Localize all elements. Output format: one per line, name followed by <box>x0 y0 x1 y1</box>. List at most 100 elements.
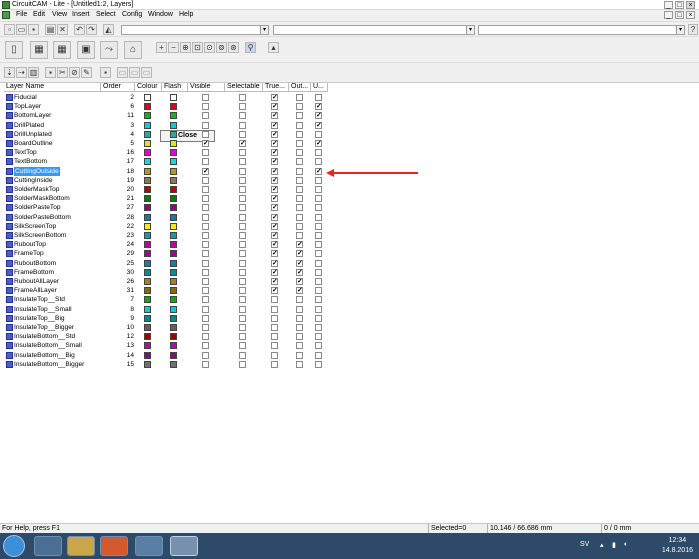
selectable-checkbox[interactable] <box>239 232 246 239</box>
true-checkbox[interactable]: ✓ <box>271 250 278 258</box>
column-header-out[interactable]: Out... <box>289 83 311 92</box>
colour-swatch[interactable] <box>144 287 151 295</box>
visible-checkbox[interactable] <box>202 186 209 193</box>
layer-name[interactable]: InsulateTop__Big <box>14 314 65 323</box>
selectable-checkbox[interactable] <box>239 259 246 267</box>
doc-minimize-button[interactable]: _ <box>664 11 673 19</box>
flash-swatch[interactable] <box>170 250 177 258</box>
colour-swatch[interactable] <box>144 149 151 157</box>
menu-select[interactable]: Select <box>96 11 115 18</box>
flash-swatch[interactable] <box>170 167 177 175</box>
out-checkbox[interactable] <box>296 158 303 166</box>
u-checkbox[interactable] <box>315 268 322 276</box>
taskbar-ie-icon[interactable] <box>34 536 62 556</box>
flash-swatch[interactable] <box>170 333 177 341</box>
selectable-checkbox[interactable] <box>239 186 246 193</box>
colour-swatch[interactable] <box>144 140 151 147</box>
undo-icon[interactable]: ↶ <box>74 24 85 35</box>
layer-save-icon[interactable]: ▪ <box>100 67 111 78</box>
flash-swatch[interactable] <box>170 121 177 129</box>
component-icon[interactable]: ▣ <box>77 41 95 59</box>
layer-name[interactable]: SolderPasteTop <box>14 203 61 212</box>
selectable-checkbox[interactable] <box>239 176 246 184</box>
layer-name[interactable]: CuttingOutside <box>14 166 60 176</box>
zoom-selection-icon[interactable]: ⊚ <box>216 42 227 53</box>
layer-name[interactable]: RuboutTop <box>14 240 46 249</box>
network-icon[interactable]: ▮ <box>612 541 616 549</box>
language-indicator[interactable]: SV <box>580 541 589 548</box>
selectable-checkbox[interactable] <box>239 324 246 331</box>
selectable-checkbox[interactable] <box>239 121 246 129</box>
zoom-all-icon[interactable]: ⊕ <box>180 42 191 53</box>
true-checkbox[interactable] <box>271 351 278 359</box>
selectable-checkbox[interactable] <box>239 167 246 175</box>
out-checkbox[interactable] <box>296 204 303 212</box>
layer-name[interactable]: InsulateBottom__Small <box>14 341 82 350</box>
layer-row[interactable]: FrameAllLayer 31 ✓ ✓ <box>4 286 328 295</box>
true-checkbox[interactable]: ✓ <box>271 130 278 138</box>
zoom-out-icon[interactable]: − <box>168 42 179 53</box>
layer-name[interactable]: TopLayer <box>14 102 41 111</box>
layer-name[interactable]: InsulateTop__Small <box>14 305 72 314</box>
u-checkbox[interactable] <box>315 232 322 239</box>
out-checkbox[interactable]: ✓ <box>296 287 303 295</box>
selectable-checkbox[interactable]: ✓ <box>239 140 246 147</box>
layer-row[interactable]: SilkScreenTop 22 ✓ <box>4 222 328 231</box>
flash-swatch[interactable] <box>170 176 177 184</box>
layer-row[interactable]: TextTop 16 ✓ <box>4 148 328 157</box>
flash-swatch[interactable] <box>170 112 177 120</box>
layer-row[interactable]: RuboutTop 24 ✓ ✓ <box>4 240 328 249</box>
zoom-in-icon[interactable]: + <box>156 42 167 53</box>
menu-window[interactable]: Window <box>148 11 173 18</box>
layer-row[interactable]: DrillPlated 3 ✓ ✓ <box>4 121 328 130</box>
delete-icon[interactable]: ✕ <box>57 24 68 35</box>
visible-checkbox[interactable] <box>202 103 209 111</box>
doc-close-button[interactable]: × <box>686 11 695 19</box>
column-header-visible[interactable]: Visible <box>188 83 225 92</box>
flash-swatch[interactable] <box>170 259 177 267</box>
u-checkbox[interactable] <box>315 204 322 212</box>
layer-row[interactable]: InsulateTop__Big 9 <box>4 314 328 323</box>
true-checkbox[interactable]: ✓ <box>271 186 278 193</box>
visible-checkbox[interactable] <box>202 149 209 157</box>
selectable-checkbox[interactable] <box>239 195 246 203</box>
selectable-checkbox[interactable] <box>239 250 246 258</box>
selectable-checkbox[interactable] <box>239 351 246 359</box>
flash-swatch[interactable] <box>170 130 177 138</box>
true-checkbox[interactable]: ✓ <box>271 204 278 212</box>
u-checkbox[interactable] <box>315 241 322 249</box>
column-header-colour[interactable]: Colour <box>135 83 162 92</box>
visible-checkbox[interactable] <box>202 333 209 341</box>
layer-row[interactable]: InsulateBottom__Small 13 <box>4 341 328 350</box>
out-checkbox[interactable] <box>296 314 303 322</box>
flash-swatch[interactable] <box>170 296 177 304</box>
layer-name[interactable]: Fiducial <box>14 93 37 102</box>
layer-row[interactable]: SilkScreenBottom 23 ✓ <box>4 231 328 240</box>
measure-icon[interactable]: ◭ <box>103 24 114 35</box>
visible-checkbox[interactable] <box>202 351 209 359</box>
visible-checkbox[interactable] <box>202 287 209 295</box>
layer-cut-icon[interactable]: ✂ <box>57 67 68 78</box>
u-checkbox[interactable] <box>315 259 322 267</box>
out-checkbox[interactable] <box>296 176 303 184</box>
out-checkbox[interactable] <box>296 324 303 331</box>
true-checkbox[interactable] <box>271 324 278 331</box>
layer-row[interactable]: RuboutBottom 25 ✓ ✓ <box>4 259 328 268</box>
column-header-flash[interactable]: Flash <box>162 83 188 92</box>
visible-checkbox[interactable] <box>202 305 209 313</box>
colour-swatch[interactable] <box>144 268 151 276</box>
selectable-checkbox[interactable] <box>239 360 246 368</box>
taskbar-app-icon[interactable] <box>135 536 163 556</box>
selectable-checkbox[interactable] <box>239 222 246 230</box>
colour-swatch[interactable] <box>144 241 151 249</box>
menu-edit[interactable]: Edit <box>33 11 45 18</box>
selectable-checkbox[interactable] <box>239 112 246 120</box>
layer-row[interactable]: BoardOutline 5 ✓ ✓ ✓ ✓ <box>4 139 328 148</box>
visible-checkbox[interactable] <box>202 195 209 203</box>
selectable-checkbox[interactable] <box>239 287 246 295</box>
out-checkbox[interactable]: ✓ <box>296 278 303 285</box>
out-checkbox[interactable] <box>296 186 303 193</box>
new-file-icon[interactable]: ▫ <box>4 24 15 35</box>
out-checkbox[interactable]: ✓ <box>296 250 303 258</box>
layer-view-icon[interactable]: ▦ <box>30 41 48 59</box>
